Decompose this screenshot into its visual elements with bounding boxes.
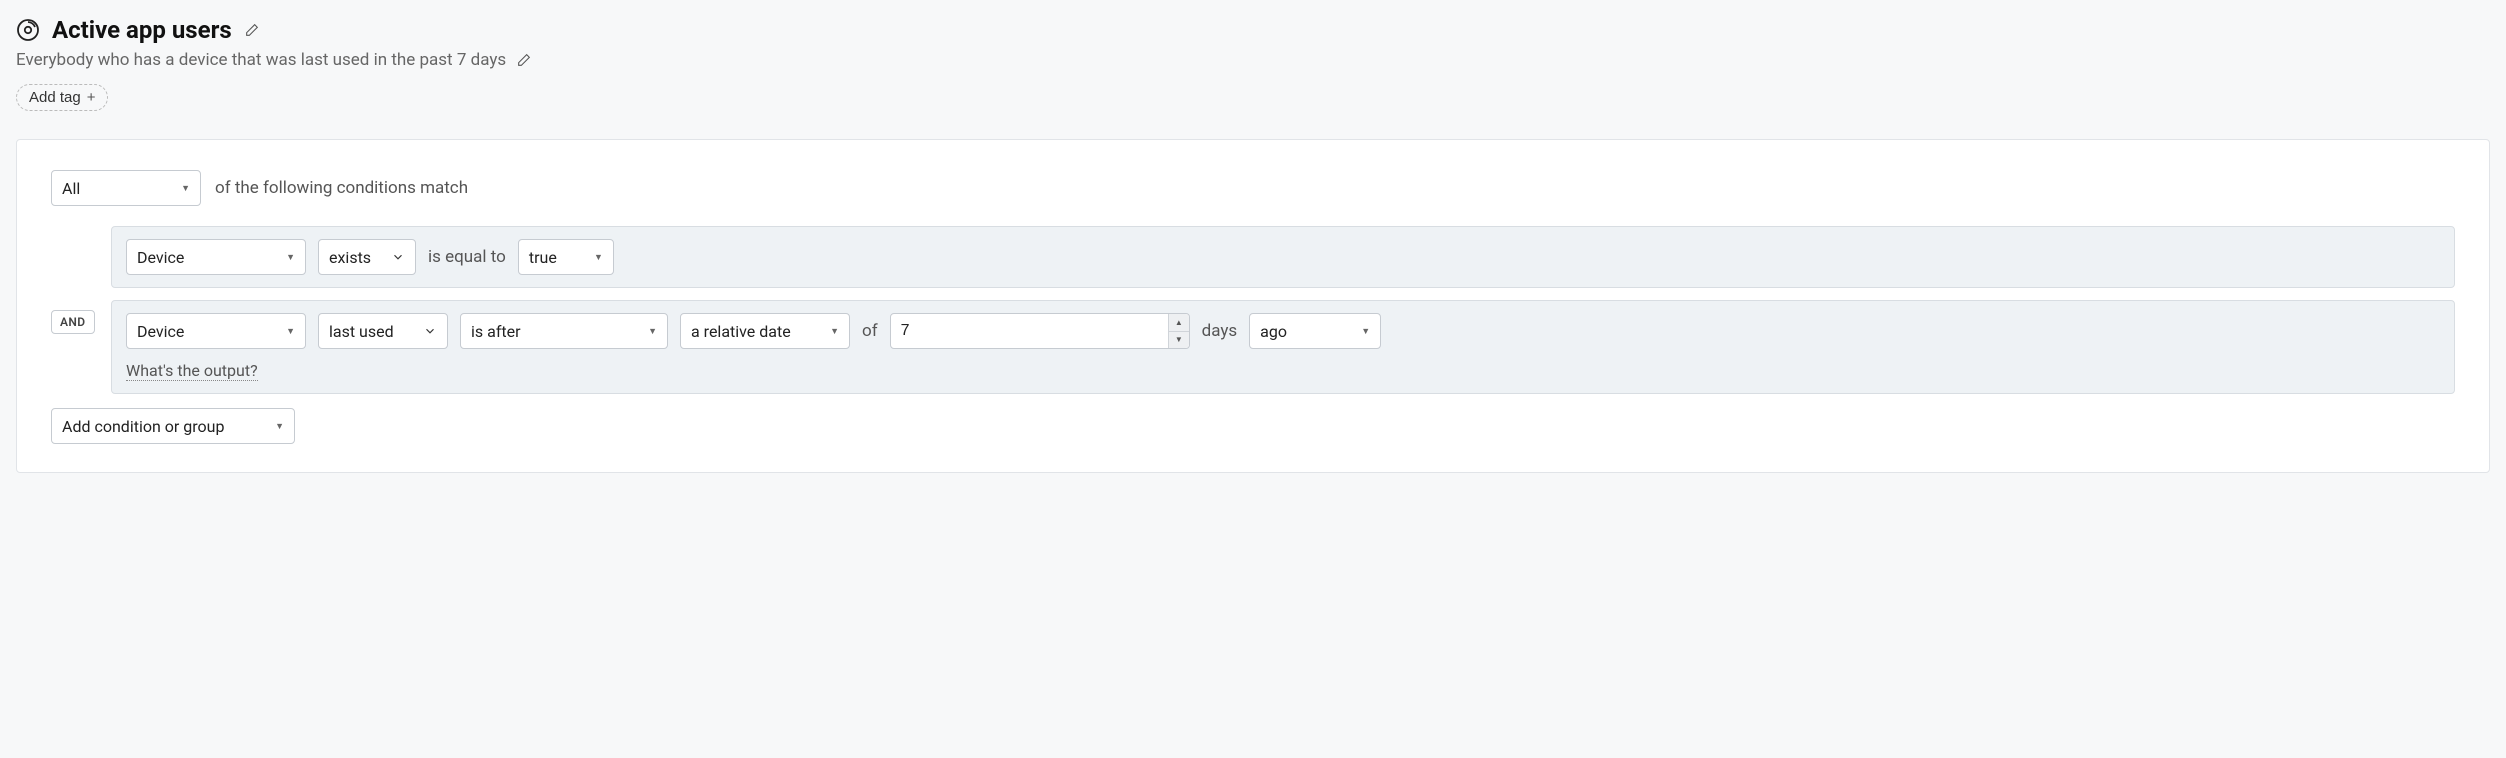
- match-mode-select[interactable]: All ▼: [51, 170, 201, 206]
- plus-icon: +: [87, 89, 96, 106]
- caret-down-icon: ▼: [275, 421, 284, 432]
- condition-row: Device ▼ last used is after ▼ a relative…: [126, 313, 2440, 349]
- condition-block: Device ▼ last used is after ▼ a relative…: [111, 300, 2455, 394]
- condition-field-select[interactable]: Device ▼: [126, 239, 306, 275]
- condition-value-select[interactable]: true ▼: [518, 239, 614, 275]
- condition-comparator-value: is after: [471, 322, 521, 341]
- condition-field-select[interactable]: Device ▼: [126, 313, 306, 349]
- condition-line: Device ▼ exists is equal to true ▼: [51, 226, 2455, 288]
- chevron-down-icon: [423, 324, 437, 338]
- condition-builder-card: All ▼ of the following conditions match …: [16, 139, 2490, 473]
- edit-description-icon[interactable]: [516, 51, 534, 69]
- add-tag-button[interactable]: Add tag +: [16, 84, 108, 111]
- add-condition-row: Add condition or group ▼: [51, 408, 2455, 444]
- page-title: Active app users: [52, 16, 232, 44]
- direction-value: ago: [1260, 322, 1287, 341]
- join-column: AND: [51, 300, 111, 334]
- condition-operator-value: exists: [329, 248, 371, 267]
- match-mode-value: All: [62, 179, 80, 198]
- relative-number-input[interactable]: ▲ ▼: [890, 313, 1190, 349]
- condition-row: Device ▼ exists is equal to true ▼: [126, 239, 2440, 275]
- condition-operator-value: last used: [329, 322, 394, 341]
- caret-down-icon: ▼: [1361, 326, 1370, 337]
- description-row: Everybody who has a device that was last…: [16, 50, 2490, 70]
- caret-down-icon: ▼: [181, 183, 190, 194]
- of-label: of: [862, 321, 878, 341]
- add-tag-label: Add tag: [29, 89, 81, 106]
- caret-down-icon: ▼: [286, 252, 295, 263]
- condition-field-value: Device: [137, 248, 184, 267]
- date-type-value: a relative date: [691, 322, 791, 341]
- edit-title-icon[interactable]: [244, 21, 262, 39]
- stepper-up-icon[interactable]: ▲: [1169, 314, 1189, 332]
- condition-operator-select[interactable]: exists: [318, 239, 416, 275]
- header-row: Active app users: [16, 16, 2490, 44]
- caret-down-icon: ▼: [830, 326, 839, 337]
- condition-mid-text: is equal to: [428, 247, 506, 267]
- date-type-select[interactable]: a relative date ▼: [680, 313, 850, 349]
- relative-number-field[interactable]: [901, 322, 1169, 340]
- stepper-down-icon[interactable]: ▼: [1169, 332, 1189, 349]
- caret-down-icon: ▼: [648, 326, 657, 337]
- output-link[interactable]: What's the output?: [126, 361, 258, 381]
- number-stepper[interactable]: ▲ ▼: [1168, 314, 1189, 348]
- condition-comparator-select[interactable]: is after ▼: [460, 313, 668, 349]
- output-link-row: What's the output?: [126, 361, 2440, 381]
- condition-block: Device ▼ exists is equal to true ▼: [111, 226, 2455, 288]
- condition-line: AND Device ▼ last used is after ▼: [51, 300, 2455, 394]
- condition-operator-select[interactable]: last used: [318, 313, 448, 349]
- join-column: [51, 226, 111, 236]
- conditions-list: Device ▼ exists is equal to true ▼: [51, 226, 2455, 394]
- match-suffix-text: of the following conditions match: [215, 178, 468, 198]
- condition-value: true: [529, 248, 557, 267]
- and-badge: AND: [51, 310, 95, 334]
- match-mode-row: All ▼ of the following conditions match: [51, 170, 2455, 206]
- caret-down-icon: ▼: [594, 252, 603, 263]
- segment-icon: [16, 18, 40, 42]
- condition-field-value: Device: [137, 322, 184, 341]
- caret-down-icon: ▼: [286, 326, 295, 337]
- chevron-down-icon: [391, 250, 405, 264]
- direction-select[interactable]: ago ▼: [1249, 313, 1381, 349]
- segment-description: Everybody who has a device that was last…: [16, 50, 506, 70]
- add-condition-label: Add condition or group: [62, 417, 224, 436]
- add-condition-button[interactable]: Add condition or group ▼: [51, 408, 295, 444]
- unit-label: days: [1202, 321, 1238, 341]
